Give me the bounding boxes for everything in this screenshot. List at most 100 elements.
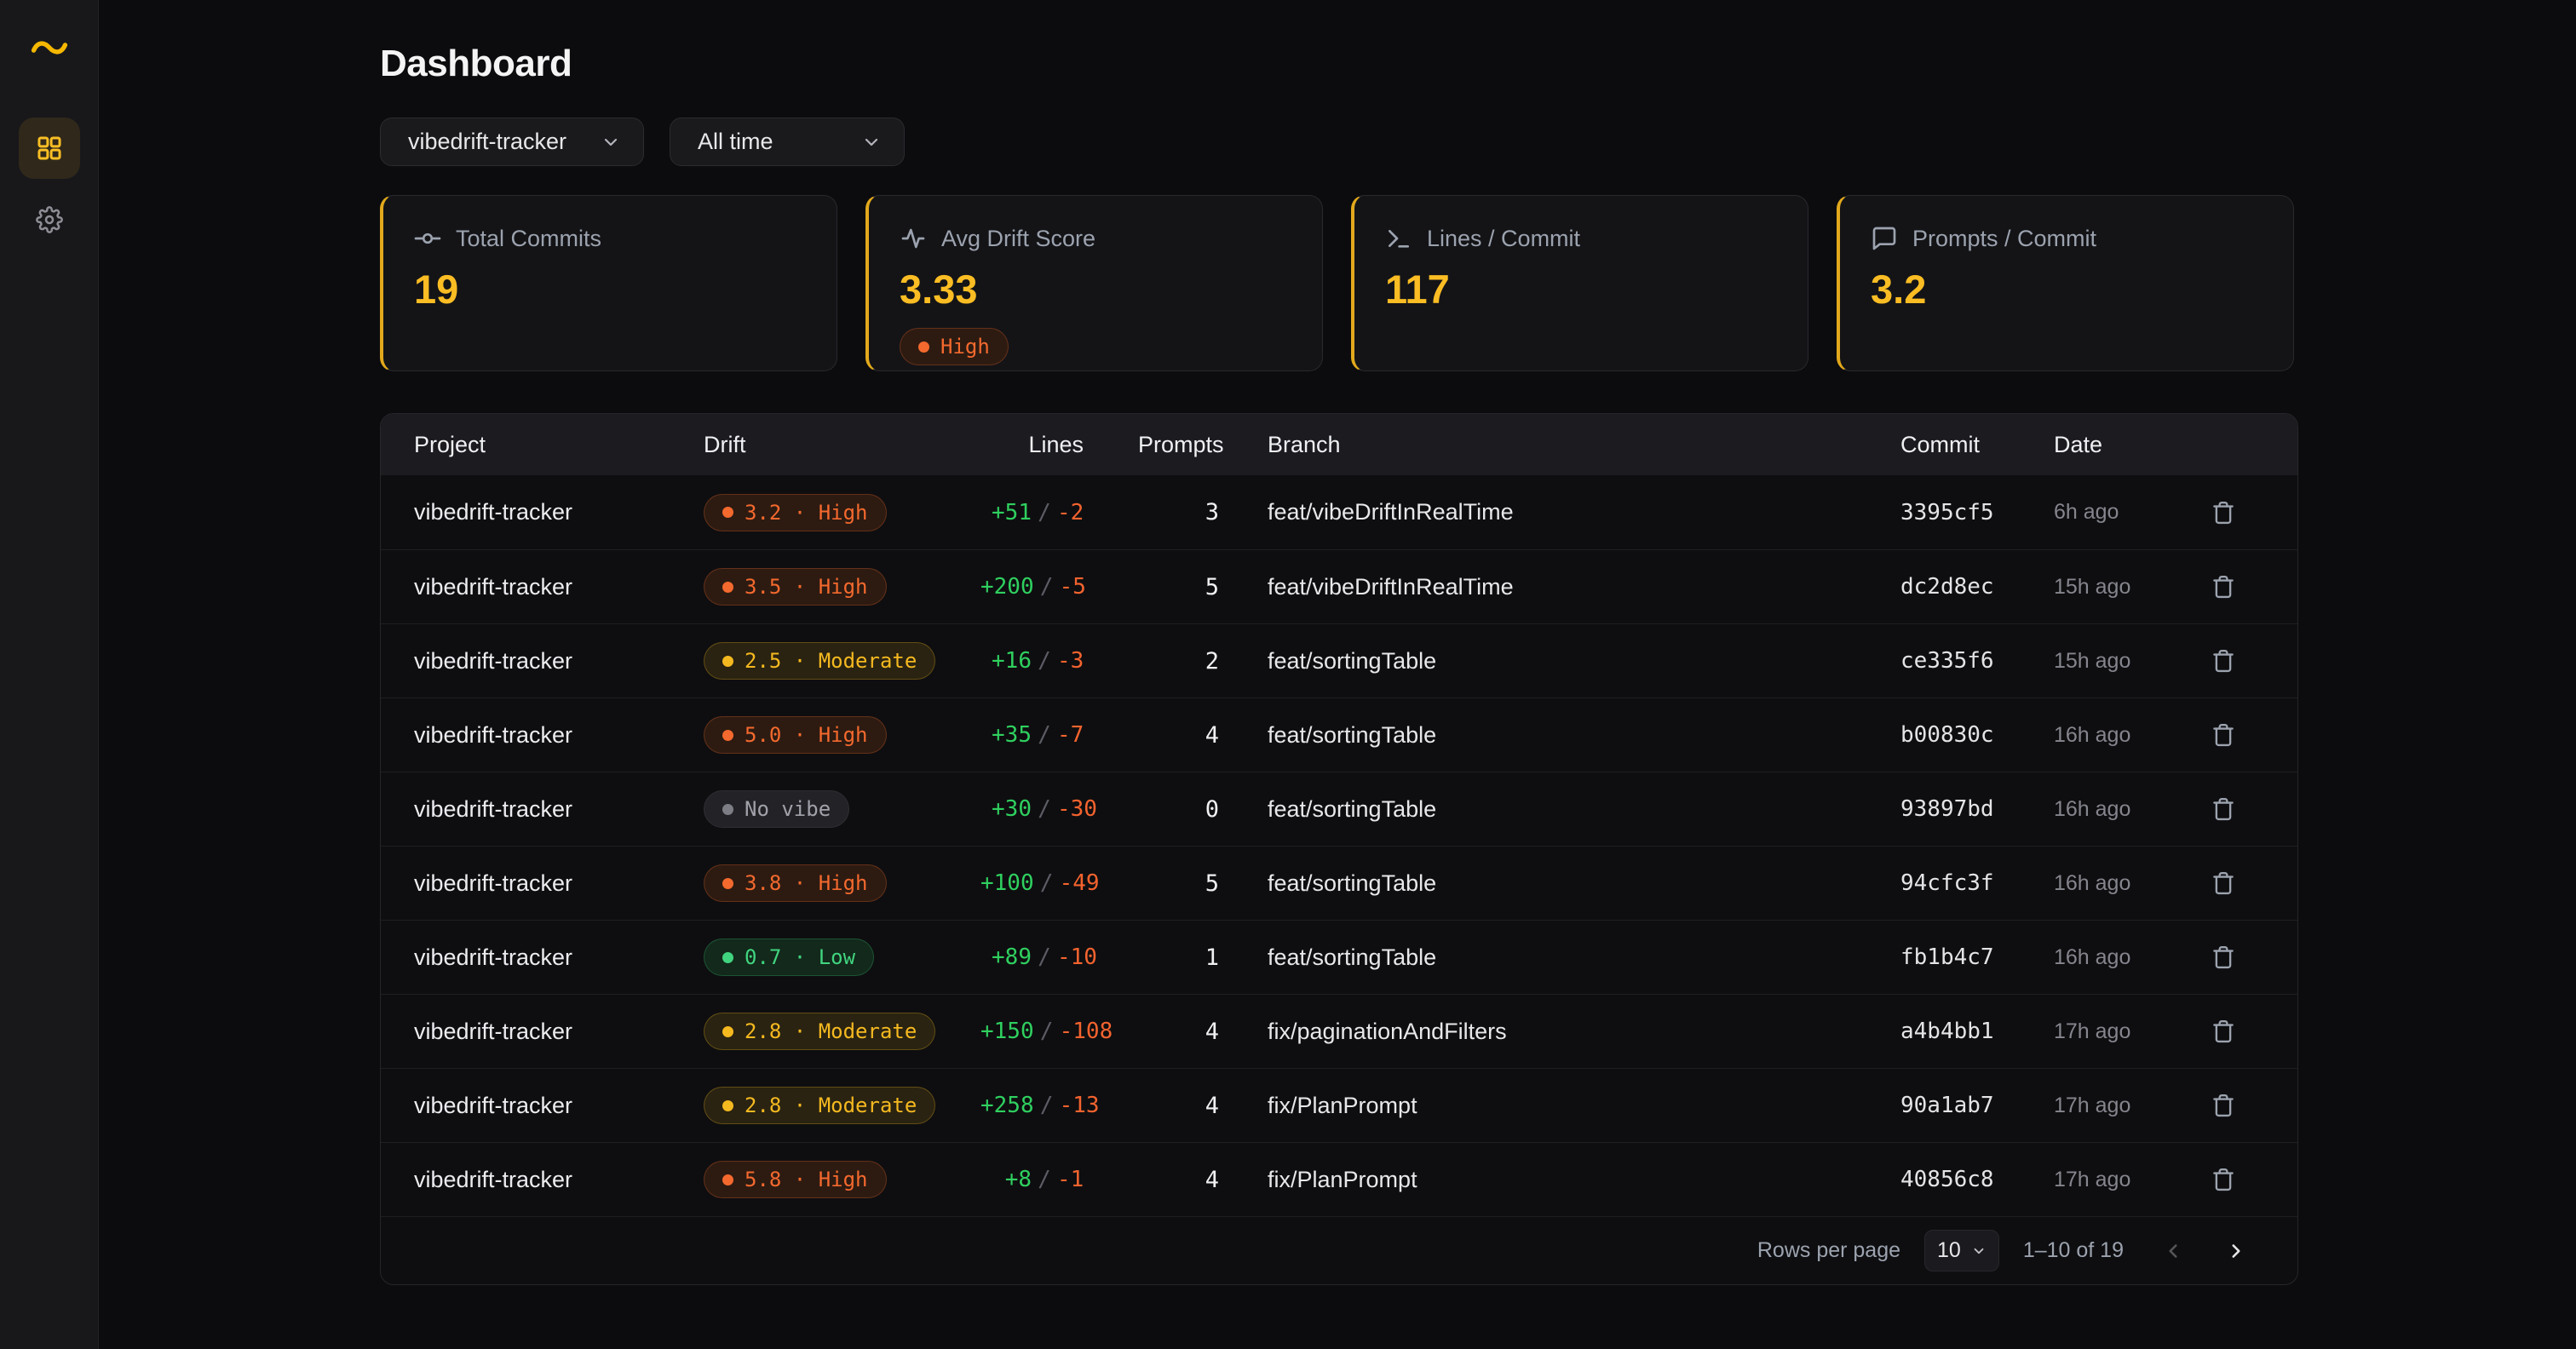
project-cell: vibedrift-tracker	[414, 1093, 704, 1119]
drift-badge: 2.8 · Moderate	[704, 1013, 935, 1050]
project-select[interactable]: vibedrift-tracker	[380, 118, 644, 166]
project-cell: vibedrift-tracker	[414, 1167, 704, 1193]
branch-cell: feat/sortingTable	[1266, 944, 1900, 971]
table-row: vibedrift-tracker 3.8 · High +100 / -49 …	[381, 846, 2297, 920]
prompts-cell: 3	[1138, 499, 1266, 525]
delete-row-button[interactable]	[2204, 1160, 2243, 1199]
delete-row-button[interactable]	[2204, 1012, 2243, 1051]
delete-row-button[interactable]	[2204, 567, 2243, 606]
drift-cell: 3.8 · High	[704, 864, 980, 902]
lines-removed: -3	[1057, 648, 1138, 674]
drift-dot	[722, 804, 733, 815]
stat-label: Total Commits	[456, 226, 601, 252]
time-range-select[interactable]: All time	[670, 118, 905, 166]
drift-cell: No vibe	[704, 790, 980, 828]
drift-dot	[722, 730, 733, 741]
drift-badge: 2.5 · Moderate	[704, 642, 935, 680]
branch-cell: fix/paginationAndFilters	[1266, 1019, 1900, 1045]
col-header-project: Project	[414, 432, 704, 458]
table-row: vibedrift-tracker 0.7 · Low +89 / -10 1 …	[381, 920, 2297, 994]
project-cell: vibedrift-tracker	[414, 574, 704, 600]
git-commit-icon	[414, 225, 441, 252]
sidebar-item-dashboard[interactable]	[19, 118, 80, 179]
delete-row-button[interactable]	[2204, 641, 2243, 680]
pagination-range: 1–10 of 19	[2023, 1238, 2124, 1263]
lines-added: +8	[980, 1167, 1032, 1192]
delete-row-button[interactable]	[2204, 493, 2243, 532]
sidebar	[0, 0, 99, 1349]
stat-value: 117	[1385, 266, 1777, 313]
delete-row-button[interactable]	[2204, 938, 2243, 977]
table-row: vibedrift-tracker 2.8 · Moderate +150 / …	[381, 994, 2297, 1068]
time-range-select-value: All time	[698, 129, 773, 155]
delete-row-button[interactable]	[2204, 715, 2243, 755]
project-cell: vibedrift-tracker	[414, 796, 704, 823]
commit-cell: 93897bd	[1900, 796, 2054, 822]
branch-cell: fix/PlanPrompt	[1266, 1167, 1900, 1193]
lines-cell: +51 / -2	[980, 500, 1138, 525]
project-select-value: vibedrift-tracker	[408, 129, 566, 155]
commit-cell: 94cfc3f	[1900, 870, 2054, 896]
table-row: vibedrift-tracker 5.0 · High +35 / -7 4 …	[381, 697, 2297, 772]
drift-badge: 0.7 · Low	[704, 939, 874, 976]
prev-page-button[interactable]	[2156, 1234, 2190, 1268]
lines-removed: -10	[1057, 944, 1138, 970]
col-header-date: Date	[2054, 432, 2182, 458]
next-page-button[interactable]	[2219, 1234, 2253, 1268]
delete-row-button[interactable]	[2204, 864, 2243, 903]
lines-added: +100	[980, 870, 1034, 896]
date-cell: 15h ago	[2054, 649, 2182, 674]
branch-cell: feat/sortingTable	[1266, 796, 1900, 823]
filter-bar: vibedrift-tracker All time	[380, 118, 2298, 166]
page-size-select[interactable]: 10	[1924, 1230, 1999, 1272]
delete-row-button[interactable]	[2204, 1086, 2243, 1125]
lines-cell: +16 / -3	[980, 648, 1138, 674]
sine-wave-icon	[30, 36, 69, 60]
drift-cell: 5.0 · High	[704, 716, 980, 754]
lines-cell: +30 / -30	[980, 796, 1138, 822]
lines-separator: /	[1034, 1093, 1060, 1118]
col-header-prompts: Prompts	[1138, 432, 1266, 458]
stat-card-lines-per-commit: Lines / Commit 117	[1351, 195, 1808, 371]
lines-separator: /	[1032, 1167, 1057, 1192]
table-row: vibedrift-tracker No vibe +30 / -30 0 fe…	[381, 772, 2297, 846]
drift-cell: 0.7 · Low	[704, 939, 980, 976]
project-cell: vibedrift-tracker	[414, 1019, 704, 1045]
gear-icon	[36, 206, 63, 233]
lines-added: +16	[980, 648, 1032, 674]
lines-removed: -2	[1057, 500, 1138, 525]
branch-cell: feat/sortingTable	[1266, 870, 1900, 897]
lines-cell: +89 / -10	[980, 944, 1138, 970]
drift-dot	[722, 1100, 733, 1111]
lines-removed: -5	[1060, 574, 1141, 600]
status-dot	[918, 342, 929, 353]
drift-cell: 2.8 · Moderate	[704, 1087, 980, 1124]
terminal-icon	[1385, 225, 1412, 252]
prompts-cell: 4	[1138, 1019, 1266, 1045]
drift-dot	[722, 656, 733, 667]
branch-cell: feat/vibeDriftInRealTime	[1266, 574, 1900, 600]
prompts-cell: 2	[1138, 648, 1266, 674]
date-cell: 15h ago	[2054, 575, 2182, 600]
table-header: Project Drift Lines Prompts Branch Commi…	[381, 414, 2297, 475]
drift-badge: 5.8 · High	[704, 1161, 887, 1198]
col-header-commit: Commit	[1900, 432, 2054, 458]
lines-cell: +8 / -1	[980, 1167, 1138, 1192]
branch-cell: feat/vibeDriftInRealTime	[1266, 499, 1900, 525]
prompts-cell: 1	[1138, 944, 1266, 971]
lines-separator: /	[1032, 796, 1057, 822]
lines-separator: /	[1034, 870, 1060, 896]
drift-badge: 3.2 · High	[704, 494, 887, 531]
sidebar-item-settings[interactable]	[19, 189, 80, 250]
lines-removed: -49	[1060, 870, 1141, 896]
lines-cell: +35 / -7	[980, 722, 1138, 748]
col-header-branch: Branch	[1266, 432, 1900, 458]
lines-added: +258	[980, 1093, 1034, 1118]
lines-removed: -7	[1057, 722, 1138, 748]
table-row: vibedrift-tracker 3.5 · High +200 / -5 5…	[381, 549, 2297, 623]
project-cell: vibedrift-tracker	[414, 499, 704, 525]
date-cell: 17h ago	[2054, 1168, 2182, 1192]
delete-row-button[interactable]	[2204, 789, 2243, 829]
lines-cell: +150 / -108	[980, 1019, 1138, 1044]
commit-cell: 90a1ab7	[1900, 1093, 2054, 1118]
